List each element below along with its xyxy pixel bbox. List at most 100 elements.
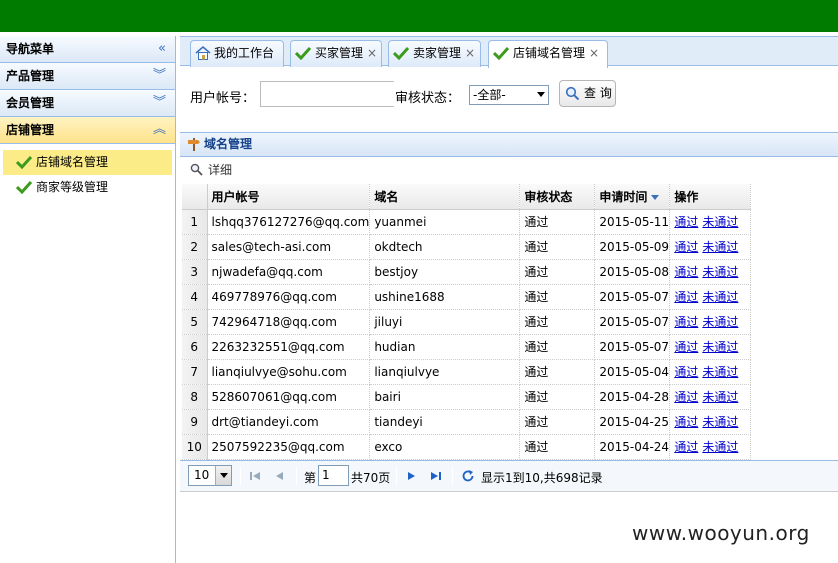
nav-group-products[interactable]: 产品管理 ︾ [0, 63, 175, 90]
close-icon[interactable]: × [465, 46, 475, 60]
cell-domain: lianqiulvye [369, 359, 521, 385]
cell-actions: 通过 未通过 [669, 309, 752, 335]
tab-sellers[interactable]: 卖家管理 × [388, 40, 481, 67]
table-row[interactable]: 8 528607061@qq.com bairi 通过 2015-04-28 通过 未通过 [182, 384, 752, 410]
top-banner [0, 0, 838, 32]
column-header-actions: 操作 [669, 184, 752, 210]
refresh-icon[interactable] [461, 469, 475, 483]
reject-link[interactable]: 未通过 [702, 365, 738, 379]
separator [296, 467, 297, 485]
chevron-double-down-icon[interactable]: ︾ [153, 63, 166, 89]
collapse-left-icon[interactable]: « [158, 36, 166, 62]
cell-date: 2015-05-08 [594, 259, 671, 285]
cell-actions: 通过 未通过 [669, 384, 752, 410]
cell-date: 2015-05-07 [594, 309, 671, 335]
cell-actions: 通过 未通过 [669, 409, 752, 435]
table-row[interactable]: 4 469778976@qq.com ushine1688 通过 2015-05-07 通… [182, 284, 752, 310]
chevron-double-down-icon[interactable]: ︾ [153, 90, 166, 116]
grid-body: 1 lshqq376127276@qq.com yuanmei 通过 2015-05-1… [182, 209, 752, 460]
column-header-status[interactable]: 审核状态 [519, 184, 596, 210]
table-row[interactable]: 6 2263232551@qq.com hudian 通过 2015-05-07 通过 未通… [182, 334, 752, 360]
approve-link[interactable]: 通过 [674, 390, 698, 404]
tab-workbench[interactable]: 我的工作台 [190, 40, 284, 67]
reject-link[interactable]: 未通过 [702, 440, 738, 454]
approve-link[interactable]: 通过 [674, 415, 698, 429]
cell-date: 2015-05-09 [594, 234, 671, 260]
reject-link[interactable]: 未通过 [702, 390, 738, 404]
first-page-icon[interactable] [248, 469, 262, 483]
reject-link[interactable]: 未通过 [702, 265, 738, 279]
approve-link[interactable]: 通过 [674, 290, 698, 304]
check-icon [16, 180, 32, 194]
main-area: 我的工作台 买家管理 × 卖家管理 × 店铺域名管理 × 用户帐号： 审核状态： -全… [180, 36, 838, 563]
approve-link[interactable]: 通过 [674, 315, 698, 329]
reject-link[interactable]: 未通过 [702, 215, 738, 229]
tab-shop-domain[interactable]: 店铺域名管理 × [488, 40, 608, 68]
detail-button[interactable]: 详细 [208, 163, 232, 177]
table-row[interactable]: 5 742964718@qq.com jiluyi 通过 2015-05-07 通过 未通过 [182, 309, 752, 335]
cell-actions: 通过 未通过 [669, 234, 752, 260]
prev-page-icon[interactable] [273, 469, 287, 483]
approve-link[interactable]: 通过 [674, 440, 698, 454]
approve-link[interactable]: 通过 [674, 240, 698, 254]
reject-link[interactable]: 未通过 [702, 290, 738, 304]
check-icon [493, 46, 509, 60]
table-row[interactable]: 7 lianqiulvye@sohu.com lianqiulvye 通过 2015-0… [182, 359, 752, 385]
check-icon [393, 46, 409, 60]
page-total: 共70页 [351, 471, 391, 485]
search-icon [190, 163, 203, 176]
nav-menu-title: 导航菜单 [6, 42, 55, 56]
table-row[interactable]: 2 sales@tech-asi.com okdtech 通过 2015-05-09 通过… [182, 234, 752, 260]
table-row[interactable]: 10 2507592235@qq.com exco 通过 2015-04-24 通过 未通过 [182, 434, 752, 460]
table-row[interactable]: 9 drt@tiandeyi.com tiandeyi 通过 2015-04-25 通过未… [182, 409, 752, 435]
tab-buyers[interactable]: 买家管理 × [290, 40, 382, 67]
cell-status: 通过 [519, 284, 596, 310]
row-number: 7 [182, 359, 208, 385]
reject-link[interactable]: 未通过 [702, 240, 738, 254]
approve-link[interactable]: 通过 [674, 365, 698, 379]
reject-link[interactable]: 未通过 [702, 415, 738, 429]
next-page-icon[interactable] [404, 469, 418, 483]
reject-link[interactable]: 未通过 [702, 340, 738, 354]
check-icon [295, 46, 311, 60]
page-number-input[interactable]: 1 [318, 465, 349, 486]
nav-group-shops[interactable]: 店铺管理 ︽ [0, 117, 175, 144]
status-select[interactable]: -全部- [469, 85, 549, 105]
row-number: 2 [182, 234, 208, 260]
page-size-select[interactable]: 10 [188, 465, 232, 486]
close-icon[interactable]: × [589, 46, 599, 60]
chevron-double-up-icon[interactable]: ︽ [153, 117, 166, 143]
table-row[interactable]: 3 njwadefa@qq.com bestjoy 通过 2015-05-08 通过 未通过 [182, 259, 752, 285]
query-button[interactable]: 查 询 [559, 80, 616, 107]
last-page-icon[interactable] [429, 469, 443, 483]
column-header-date[interactable]: 申请时间 [594, 184, 671, 210]
cell-status: 通过 [519, 434, 596, 460]
column-header-domain[interactable]: 域名 [369, 184, 521, 210]
cell-domain: tiandeyi [369, 409, 521, 435]
approve-link[interactable]: 通过 [674, 340, 698, 354]
close-icon[interactable]: × [367, 46, 377, 60]
cell-domain: exco [369, 434, 521, 460]
nav-group-members[interactable]: 会员管理 ︾ [0, 90, 175, 117]
grid-toolbar: 详细 [180, 157, 838, 184]
account-label: 用户帐号： [190, 91, 256, 106]
cell-account: 742964718@qq.com [207, 309, 371, 335]
cell-account: njwadefa@qq.com [207, 259, 371, 285]
sidebar-item-merchant-level[interactable]: 商家等级管理 [0, 175, 175, 200]
cell-date: 2015-04-25 [594, 409, 671, 435]
nav-group-label: 产品管理 [6, 69, 55, 83]
reject-link[interactable]: 未通过 [702, 315, 738, 329]
column-header-account[interactable]: 用户帐号 [207, 184, 371, 210]
page-prefix: 第 [304, 471, 317, 485]
sidebar-item-shop-domain[interactable]: 店铺域名管理 [3, 150, 172, 175]
check-icon [16, 155, 32, 169]
cell-domain: hudian [369, 334, 521, 360]
approve-link[interactable]: 通过 [674, 215, 698, 229]
cell-actions: 通过 未通过 [669, 359, 752, 385]
nav-group-label: 会员管理 [6, 96, 55, 110]
approve-link[interactable]: 通过 [674, 265, 698, 279]
account-input[interactable] [260, 81, 394, 107]
table-row[interactable]: 1 lshqq376127276@qq.com yuanmei 通过 2015-05-1… [182, 209, 752, 235]
domain-grid: 用户帐号 域名 审核状态 申请时间 操作 1 lshqq376127276@qq.… [182, 184, 752, 460]
cell-actions: 通过 未通过 [669, 284, 752, 310]
